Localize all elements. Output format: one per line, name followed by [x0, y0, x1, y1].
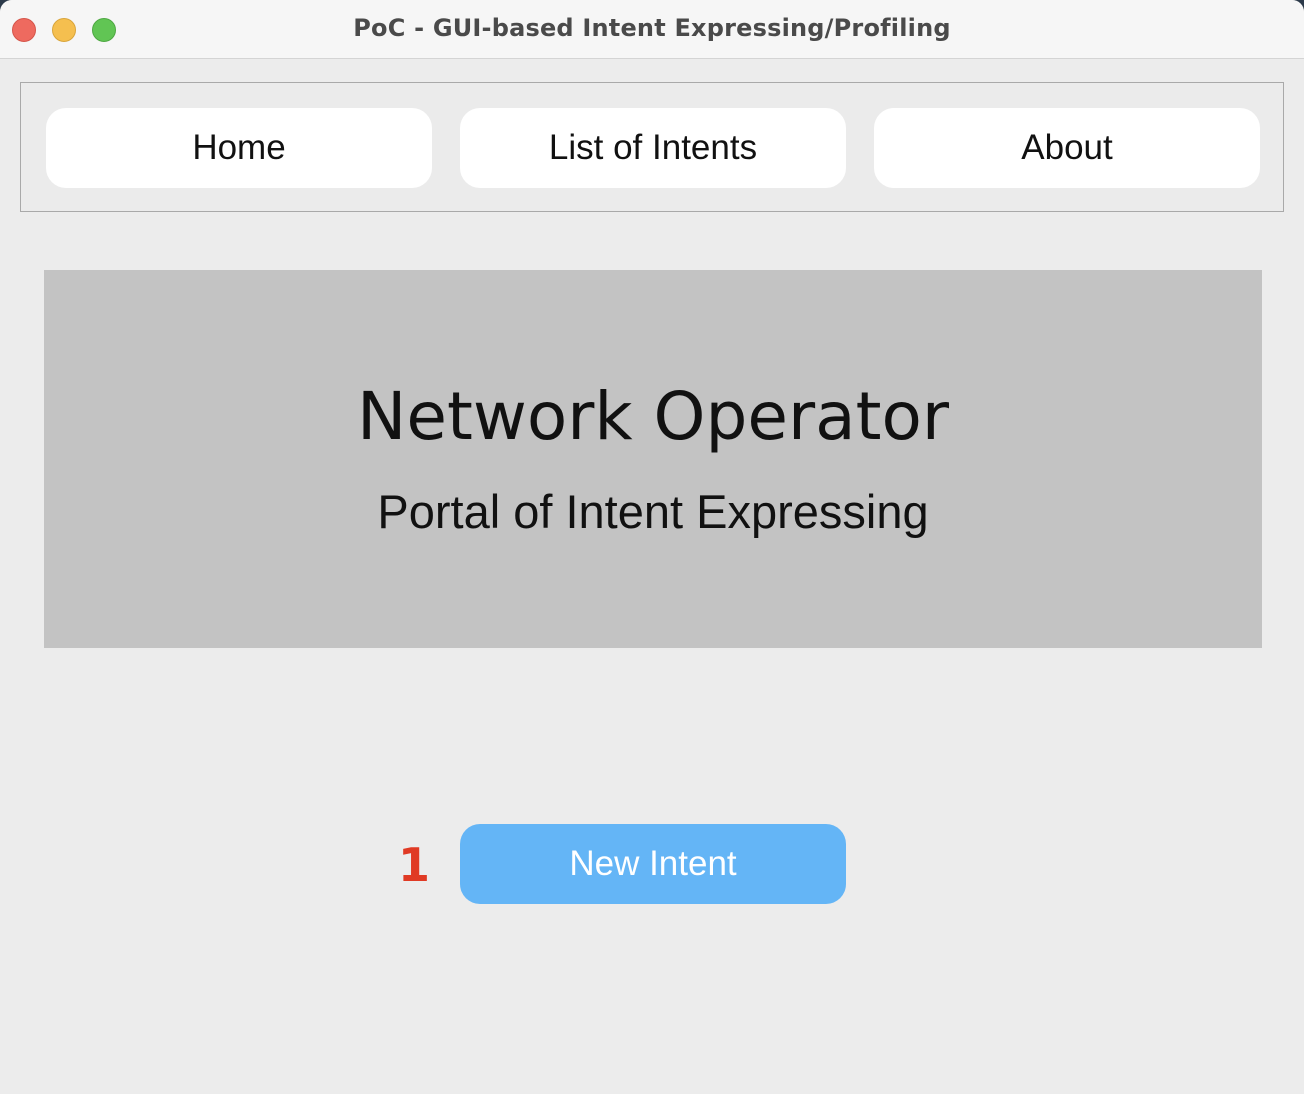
header-banner: Network Operator Portal of Intent Expres… — [44, 270, 1262, 648]
new-intent-button[interactable]: New Intent — [460, 824, 846, 904]
page-subtitle: Portal of Intent Expressing — [377, 485, 929, 538]
app-window: PoC - GUI-based Intent Expressing/Profil… — [0, 0, 1304, 1094]
home-button[interactable]: Home — [46, 108, 432, 188]
nav-bar: Home List of Intents About — [20, 82, 1284, 212]
window-title: PoC - GUI-based Intent Expressing/Profil… — [353, 14, 951, 42]
title-bar[interactable]: PoC - GUI-based Intent Expressing/Profil… — [0, 0, 1304, 59]
about-button[interactable]: About — [874, 108, 1260, 188]
list-of-intents-button[interactable]: List of Intents — [460, 108, 846, 188]
page-title: Network Operator — [357, 378, 949, 455]
step-annotation: 1 — [398, 838, 431, 892]
